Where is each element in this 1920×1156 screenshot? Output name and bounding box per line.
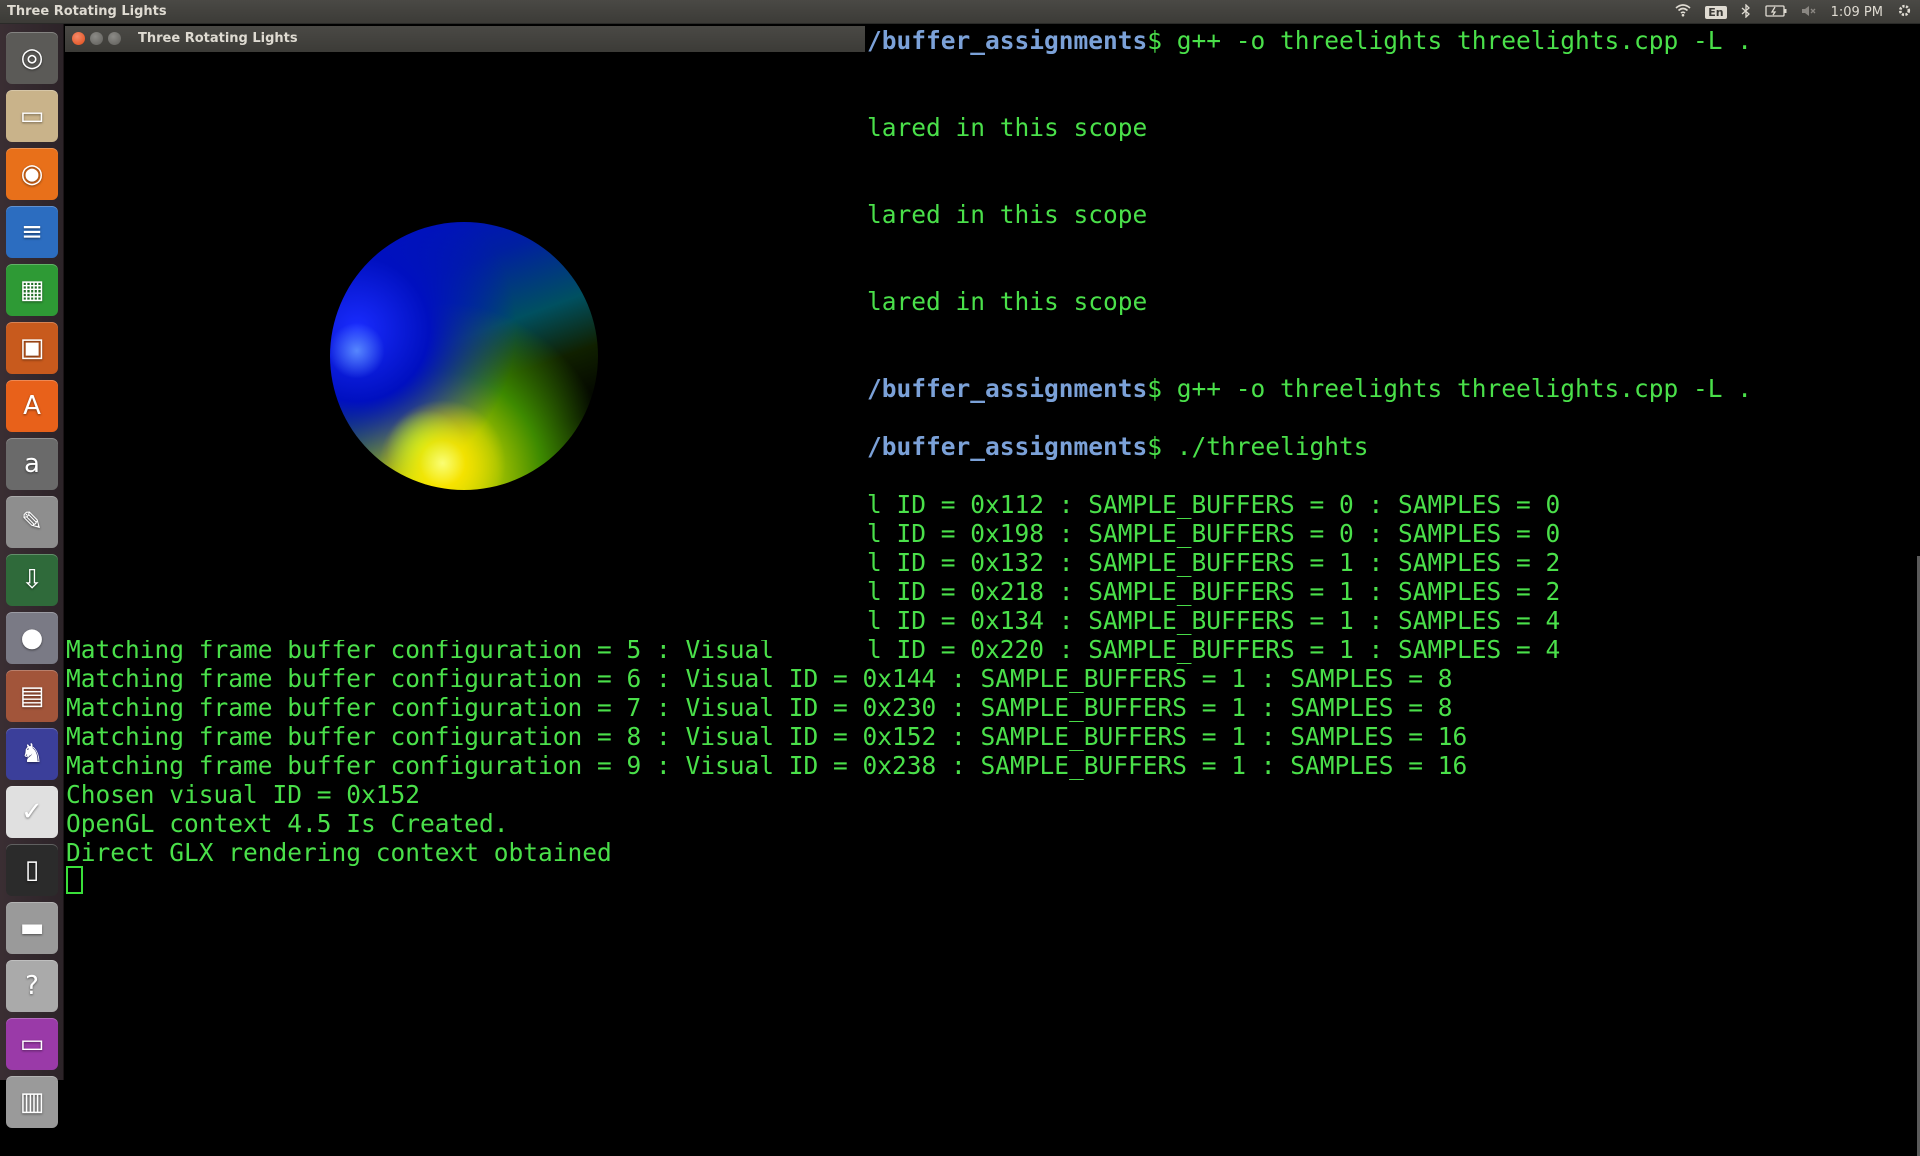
libreoffice-writer-icon: ≡	[21, 217, 43, 247]
terminal-line: l ID = 0x198 : SAMPLE_BUFFERS = 0 : SAMP…	[867, 519, 1561, 548]
keyboard-layout-indicator[interactable]: En	[1705, 6, 1727, 19]
chess-icon: ♞	[20, 739, 44, 769]
prompt-path: /buffer_assignments	[867, 432, 1148, 461]
volume-muted-icon[interactable]	[1801, 5, 1817, 21]
minimize-button[interactable]	[90, 32, 103, 45]
trash-icon: ▥	[19, 1087, 45, 1117]
active-window-title: Three Rotating Lights	[7, 4, 167, 19]
launcher-help[interactable]: ?	[6, 960, 58, 1012]
numbers-icon: ✓	[21, 797, 43, 827]
top-panel: Three Rotating Lights En 1:09 PM	[0, 0, 1920, 24]
dash-home-icon: ◎	[20, 43, 44, 73]
terminal-line: l ID = 0x132 : SAMPLE_BUFFERS = 1 : SAMP…	[867, 548, 1561, 577]
terminal-icon: ▯	[24, 855, 40, 885]
prompt-path: /buffer_assignments	[867, 374, 1148, 403]
opengl-viewport[interactable]	[65, 52, 865, 640]
libreoffice-calc-icon: ▦	[19, 275, 45, 305]
indicator-area: En 1:09 PM	[1675, 2, 1912, 22]
amazon-icon: a	[24, 449, 40, 479]
launcher-software-center[interactable]: A	[6, 380, 58, 432]
launcher-libreoffice-writer[interactable]: ≡	[6, 206, 58, 258]
launcher-terminal[interactable]: ▯	[6, 844, 58, 896]
terminal-line: l ID = 0x112 : SAMPLE_BUFFERS = 0 : SAMP…	[867, 490, 1561, 519]
wifi-icon[interactable]	[1675, 4, 1691, 21]
drive-icon: ▭	[19, 1029, 45, 1059]
maximize-button[interactable]	[108, 32, 121, 45]
terminal-line: l ID = 0x134 : SAMPLE_BUFFERS = 1 : SAMP…	[867, 606, 1561, 635]
terminal-line: OpenGL context 4.5 Is Created.	[66, 809, 509, 838]
launcher-files[interactable]: ▭	[6, 90, 58, 142]
terminal-line: l ID = 0x220 : SAMPLE_BUFFERS = 1 : SAMP…	[867, 635, 1561, 664]
terminal-line: /buffer_assignments$ g++ -o threelights …	[867, 26, 1752, 55]
launcher-chess[interactable]: ♞	[6, 728, 58, 780]
launcher: ◎ ▭ ◉ ≡ ▦ ▣ Aa ✎ ⇩ ● ▤ ♞ ✓ ▯ ▬? ▭ ▥	[0, 24, 64, 1128]
files-icon: ▭	[19, 101, 45, 131]
prompt-command: $ g++ -o threelights threelights.cpp -L …	[1147, 26, 1753, 55]
archive-icon: ▤	[19, 681, 45, 711]
launcher-dash-home[interactable]: ◎	[6, 32, 58, 84]
launcher-installer[interactable]: ⇩	[6, 554, 58, 606]
scanner-icon: ▬	[19, 913, 45, 943]
terminal-line: lared in this scope	[867, 287, 1148, 316]
terminal-line: /buffer_assignments$ g++ -o threelights …	[867, 374, 1752, 403]
launcher-scanner[interactable]: ▬	[6, 902, 58, 954]
terminal-line: Matching frame buffer configuration = 7 …	[66, 693, 1453, 722]
launcher-numbers[interactable]: ✓	[6, 786, 58, 838]
software-center-icon: A	[23, 391, 41, 421]
libreoffice-impress-icon: ▣	[19, 333, 45, 363]
battery-icon[interactable]	[1764, 4, 1787, 21]
terminal-cursor[interactable]	[66, 866, 83, 894]
bluetooth-icon[interactable]	[1741, 2, 1751, 22]
terminal-line: lared in this scope	[867, 113, 1148, 142]
installer-icon: ⇩	[21, 565, 43, 595]
window-titlebar[interactable]: Three Rotating Lights	[65, 26, 865, 52]
close-button[interactable]	[72, 32, 85, 45]
firefox-icon: ◉	[20, 159, 44, 189]
launcher-sphere-app[interactable]: ●	[6, 612, 58, 664]
sphere-app-icon: ●	[20, 623, 44, 653]
launcher-libreoffice-calc[interactable]: ▦	[6, 264, 58, 316]
terminal-line: lared in this scope	[867, 200, 1148, 229]
terminal-line: Chosen visual ID = 0x152	[66, 780, 421, 809]
terminal-line: Matching frame buffer configuration = 6 …	[66, 664, 1453, 693]
prompt-command: $ g++ -o threelights threelights.cpp -L …	[1147, 374, 1753, 403]
launcher-system-settings[interactable]: ✎	[6, 496, 58, 548]
terminal-line: /buffer_assignments$ ./threelights	[867, 432, 1369, 461]
help-icon: ?	[25, 971, 39, 1001]
launcher-archive[interactable]: ▤	[6, 670, 58, 722]
terminal-line: l ID = 0x218 : SAMPLE_BUFFERS = 1 : SAMP…	[867, 577, 1561, 606]
terminal-line: Matching frame buffer configuration = 8 …	[66, 722, 1468, 751]
window-title: Three Rotating Lights	[138, 31, 298, 46]
prompt-command: $ ./threelights	[1147, 432, 1369, 461]
gear-icon[interactable]	[1897, 3, 1912, 22]
system-settings-icon: ✎	[21, 507, 43, 537]
launcher-firefox[interactable]: ◉	[6, 148, 58, 200]
launcher-amazon[interactable]: a	[6, 438, 58, 490]
terminal-line: Matching frame buffer configuration = 9 …	[66, 751, 1468, 780]
prompt-path: /buffer_assignments	[867, 26, 1148, 55]
clock[interactable]: 1:09 PM	[1831, 5, 1883, 20]
launcher-libreoffice-impress[interactable]: ▣	[6, 322, 58, 374]
launcher-trash[interactable]: ▥	[6, 1076, 58, 1128]
lit-sphere	[330, 222, 598, 490]
terminal-line: Direct GLX rendering context obtained	[66, 838, 612, 867]
launcher-drive[interactable]: ▭	[6, 1018, 58, 1070]
